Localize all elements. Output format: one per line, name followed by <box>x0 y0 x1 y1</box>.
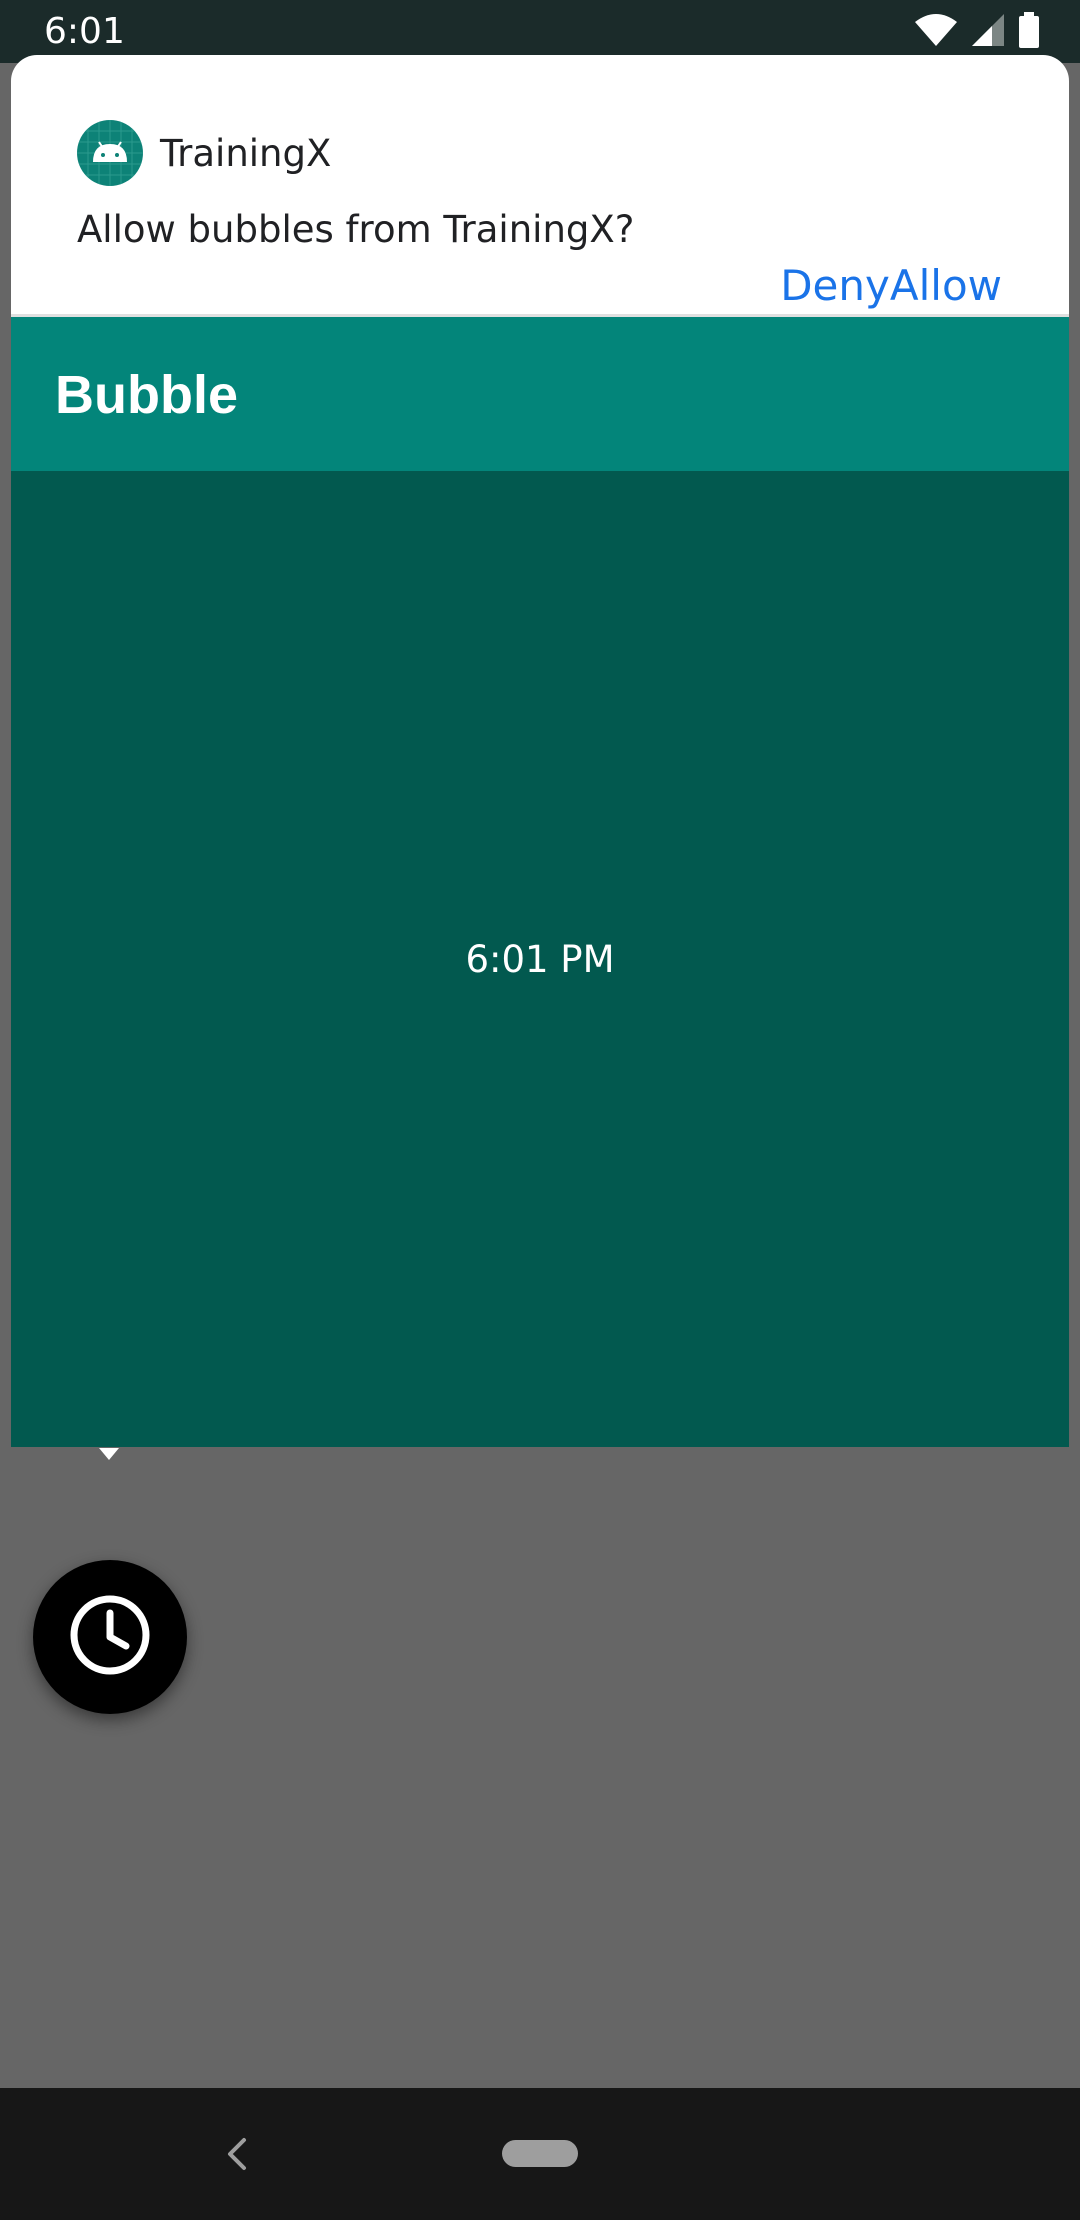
status-icons <box>914 11 1040 53</box>
bubble-toolbar: Bubble <box>11 317 1069 471</box>
bubble-pointer-arrow <box>99 1448 119 1460</box>
bubble-permission-sheet: TrainingX Allow bubbles from TrainingX? … <box>11 55 1069 315</box>
bubble-title: Bubble <box>55 365 238 425</box>
bubble-button[interactable] <box>33 1560 187 1714</box>
navigation-bar <box>0 2088 1080 2220</box>
bubble-expanded-view: Bubble 6:01 PM <box>11 317 1069 1447</box>
deny-button[interactable]: Deny <box>780 260 890 312</box>
battery-icon <box>1018 11 1040 53</box>
home-pill[interactable] <box>502 2140 578 2167</box>
wifi-icon <box>914 12 958 53</box>
cell-signal-icon <box>970 12 1006 53</box>
back-icon[interactable] <box>216 2132 260 2176</box>
permission-question: Allow bubbles from TrainingX? <box>77 208 635 251</box>
permission-actions: Deny Allow <box>780 260 1002 312</box>
status-bar: 6:01 <box>0 0 1080 63</box>
allow-button[interactable]: Allow <box>890 260 1002 312</box>
android-icon <box>77 120 143 186</box>
clock-icon <box>68 1593 152 1682</box>
bubble-time-text: 6:01 PM <box>465 938 615 981</box>
status-time: 6:01 <box>44 11 125 52</box>
app-name: TrainingX <box>160 132 332 175</box>
